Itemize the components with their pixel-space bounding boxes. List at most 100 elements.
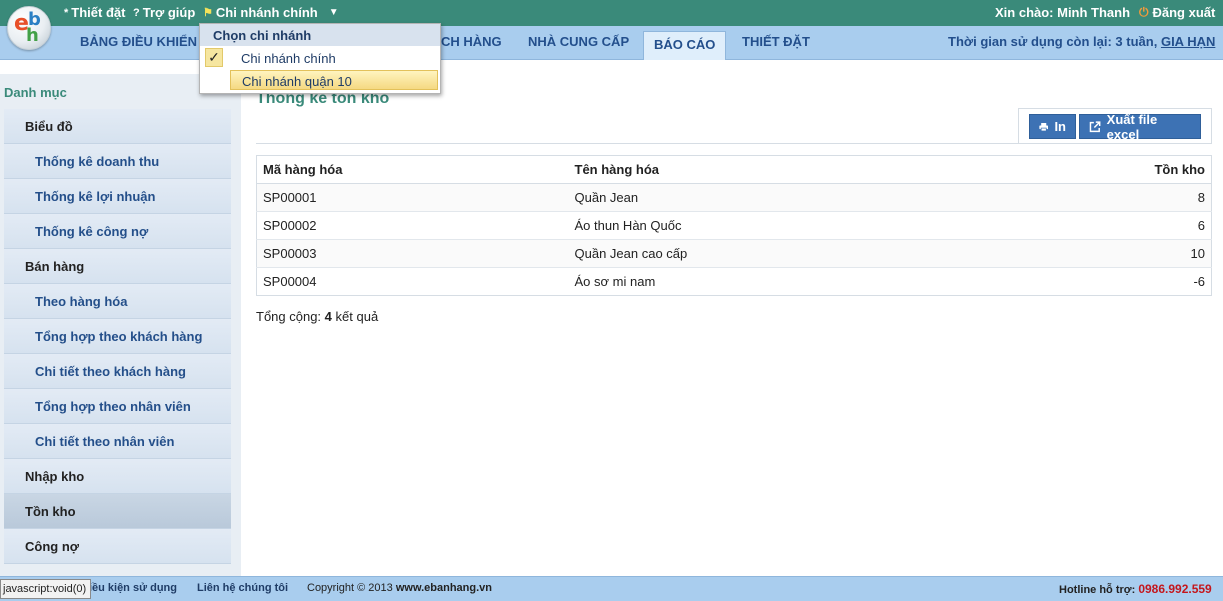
menu-customers[interactable]: CH HÀNG <box>441 34 502 49</box>
sidebar-item-label: Nhập kho <box>25 468 85 484</box>
cell-code: SP00004 <box>256 267 569 296</box>
divider <box>256 143 1212 144</box>
extend-link[interactable]: GIA HẠN <box>1161 34 1215 49</box>
checkmark-icon: ✓ <box>205 48 223 67</box>
asterisk-icon: * <box>64 6 69 19</box>
sidebar-item-label: Theo hàng hóa <box>35 293 128 309</box>
settings-link[interactable]: * Thiết đặt <box>64 5 125 20</box>
main-menu: BẢNG ĐIỀU KHIỂN CH HÀNG NHÀ CUNG CẤP BÁO… <box>0 26 1223 60</box>
sidebar-item-label: Chi tiết theo nhân viên <box>35 433 175 449</box>
sidebar-item[interactable]: Biểu đồ <box>4 109 231 144</box>
total-results: Tổng cộng: 4 kết quả <box>256 309 378 324</box>
cell-code: SP00003 <box>256 239 569 268</box>
sidebar-item-label: Biểu đồ <box>25 118 73 134</box>
menu-dashboard[interactable]: BẢNG ĐIỀU KHIỂN <box>80 34 197 49</box>
browser-status-bar: javascript:void(0) <box>0 579 92 599</box>
copyright-prefix: Copyright © 2013 <box>307 582 393 594</box>
table-row: SP00001 Quần Jean 8 <box>256 183 1212 212</box>
print-label: In <box>1054 119 1066 134</box>
sidebar-item[interactable]: Thống kê lợi nhuận <box>4 179 231 214</box>
table-header-row: Mã hàng hóa Tên hàng hóa Tồn kho <box>256 155 1212 184</box>
menu-suppliers[interactable]: NHÀ CUNG CẤP <box>528 34 629 49</box>
print-button[interactable]: In <box>1029 114 1076 139</box>
branch-label: Chi nhánh chính <box>215 5 318 20</box>
cell-name: Áo thun Hàn Quốc <box>568 211 1079 240</box>
cell-stock: 6 <box>1078 211 1212 240</box>
cell-stock: -6 <box>1078 267 1212 296</box>
sidebar-item-label: Thống kê doanh thu <box>35 153 160 169</box>
logout-link[interactable]: ⏻ Đăng xuất <box>1139 5 1215 20</box>
branch-selector[interactable]: ⚑ Chi nhánh chính ▼ <box>203 5 339 20</box>
sidebar-item[interactable]: Tồn kho <box>4 494 231 529</box>
table-row: SP00002 Áo thun Hàn Quốc 6 <box>256 211 1212 240</box>
sidebar-item-label: Công nợ <box>25 538 80 554</box>
cell-code: SP00002 <box>256 211 569 240</box>
inventory-table: Mã hàng hóa Tên hàng hóa Tồn kho SP00001… <box>256 155 1212 296</box>
sidebar-item[interactable]: Tổng hợp theo khách hàng <box>4 319 231 354</box>
col-header-name: Tên hàng hóa <box>568 155 1079 184</box>
copyright: Copyright © 2013 www.ebanhang.vn <box>307 582 492 594</box>
top-bar: * Thiết đặt ? Trợ giúp ⚑ Chi nhánh chính… <box>0 0 1223 26</box>
ebanhang-logo[interactable]: e b h <box>7 6 51 50</box>
greeting: Xin chào: Minh Thanh <box>995 5 1131 20</box>
table-row: SP00003 Quần Jean cao cấp 10 <box>256 239 1212 268</box>
cell-stock: 10 <box>1078 239 1212 268</box>
sidebar-item[interactable]: Thống kê công nợ <box>4 214 231 249</box>
question-icon: ? <box>133 6 140 19</box>
sidebar-item-label: Chi tiết theo khách hàng <box>35 363 186 379</box>
power-icon: ⏻ <box>1139 5 1149 19</box>
branch-dropdown-header: Chọn chi nhánh <box>200 24 440 46</box>
help-label: Trợ giúp <box>142 5 196 20</box>
sidebar-item-label: Tổng hợp theo nhân viên <box>35 398 191 414</box>
flag-icon: ⚑ <box>203 7 213 19</box>
col-header-stock: Tồn kho <box>1078 155 1212 184</box>
cell-name: Áo sơ mi nam <box>568 267 1079 296</box>
sidebar: Danh mục Biểu đồ Thống kê doanh thu Thống … <box>0 74 241 576</box>
branch-option-district10[interactable]: Chi nhánh quận 10 <box>230 70 438 90</box>
sidebar-item[interactable]: Nhập kho <box>4 459 231 494</box>
sidebar-item-label: Thống kê lợi nhuận <box>35 188 156 204</box>
sidebar-item[interactable]: Chi tiết theo nhân viên <box>4 424 231 459</box>
table-row: SP00004 Áo sơ mi nam -6 <box>256 267 1212 296</box>
hotline-number: 0986.992.559 <box>1138 582 1212 596</box>
total-suffix: kết quả <box>335 309 379 324</box>
cell-name: Quần Jean cao cấp <box>568 239 1079 268</box>
export-excel-label: Xuất file excel <box>1106 111 1158 142</box>
sidebar-item-label: Tồn kho <box>25 503 76 519</box>
sidebar-item[interactable]: Công nợ <box>4 529 231 564</box>
sidebar-title: Danh mục <box>4 85 67 100</box>
sidebar-item[interactable]: Tổng hợp theo nhân viên <box>4 389 231 424</box>
logout-label: Đăng xuất <box>1152 5 1216 20</box>
footer-link-contact[interactable]: Liên hệ chúng tôi <box>197 582 288 594</box>
sidebar-item[interactable]: Theo hàng hóa <box>4 284 231 319</box>
usage-remaining: Thời gian sử dụng còn lại: 3 tuần, GIA H… <box>948 34 1215 49</box>
sidebar-item[interactable]: Chi tiết theo khách hàng <box>4 354 231 389</box>
help-link[interactable]: ? Trợ giúp <box>133 5 195 20</box>
cell-stock: 8 <box>1078 183 1212 212</box>
menu-reports[interactable]: BÁO CÁO <box>643 31 727 60</box>
sidebar-list: Biểu đồ Thống kê doanh thu Thống kê lợi nh… <box>4 109 231 564</box>
copyright-site: www.ebanhang.vn <box>395 582 492 594</box>
col-header-code: Mã hàng hóa <box>256 155 569 184</box>
sidebar-item-label: Tổng hợp theo khách hàng <box>35 328 203 344</box>
sidebar-item[interactable]: Bán hàng <box>4 249 231 284</box>
printer-icon <box>1039 122 1049 131</box>
total-prefix: Tổng cộng: <box>256 309 322 324</box>
hotline: Hotline hỗ trợ: 0986.992.559 <box>1059 582 1212 596</box>
hotline-label: Hotline hỗ trợ: <box>1059 584 1136 596</box>
settings-label: Thiết đặt <box>71 5 126 20</box>
footer: Điều kiện sử dụng Liên hệ chúng tôi Copy… <box>0 576 1223 601</box>
external-link-icon <box>1089 120 1101 132</box>
export-excel-button[interactable]: Xuất file excel <box>1079 111 1201 142</box>
cell-code: SP00001 <box>256 183 569 212</box>
sidebar-item[interactable]: Thống kê doanh thu <box>4 144 231 179</box>
menu-settings[interactable]: THIẾT ĐẶT <box>742 34 810 49</box>
caret-down-icon: ▼ <box>328 7 339 18</box>
cell-name: Quần Jean <box>568 183 1079 212</box>
sidebar-item-label: Bán hàng <box>25 258 85 274</box>
branch-option-main[interactable]: Chi nhánh chính <box>230 48 438 68</box>
footer-link-terms[interactable]: Điều kiện sử dụng <box>81 582 177 594</box>
sidebar-item-label: Thống kê công nợ <box>35 223 149 239</box>
total-count: 4 <box>324 309 332 324</box>
usage-text: Thời gian sử dụng còn lại: 3 tuần, <box>948 34 1158 49</box>
